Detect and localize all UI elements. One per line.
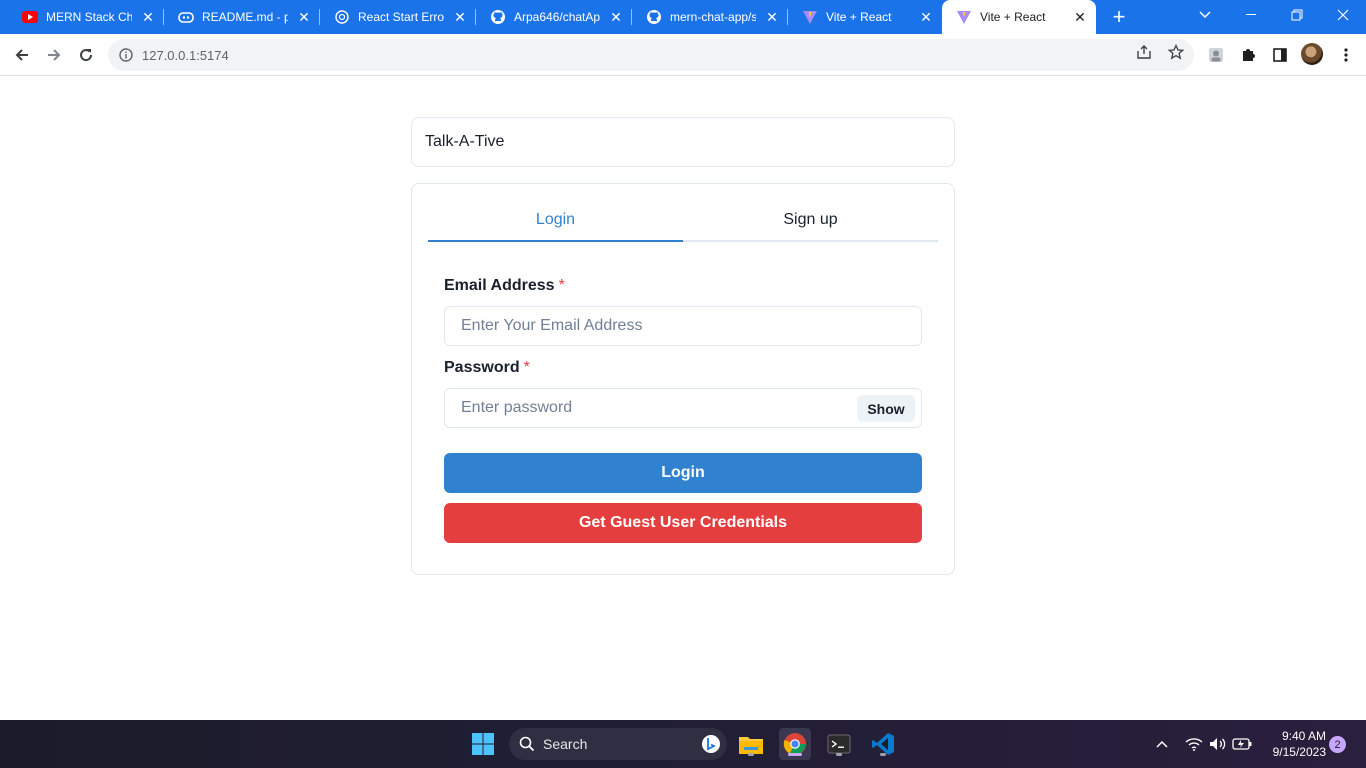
password-placeholder: Enter password (461, 399, 573, 416)
windows-taskbar: Search 9:40 AM 9/15/2023 2 (0, 720, 1366, 768)
browser-tab[interactable]: mern-chat-app/s ✕ (632, 0, 788, 34)
close-tab-icon[interactable]: ✕ (764, 9, 780, 25)
close-tab-icon[interactable]: ✕ (608, 9, 624, 25)
new-tab-button[interactable]: + (1107, 4, 1131, 29)
bing-icon (701, 734, 721, 754)
tab-signup[interactable]: Sign up (683, 204, 938, 240)
extension-profile-icon[interactable] (1206, 45, 1226, 65)
tab-title: mern-chat-app/s (670, 10, 756, 24)
search-icon (519, 736, 535, 752)
windows-start-icon[interactable] (467, 728, 499, 760)
share-icon[interactable] (1134, 42, 1154, 62)
bookmark-star-icon[interactable] (1166, 42, 1186, 62)
terminal-icon[interactable] (823, 728, 855, 760)
clock-date: 9/15/2023 (1272, 745, 1326, 759)
chevron-up-icon[interactable] (1152, 734, 1172, 754)
search-label: Search (543, 736, 588, 752)
email-label: Email Address * (444, 277, 565, 294)
side-panel-icon[interactable] (1270, 45, 1290, 65)
close-tab-icon[interactable]: ✕ (452, 9, 468, 25)
profile-avatar[interactable] (1301, 43, 1323, 65)
restore-button[interactable] (1274, 0, 1320, 30)
browser-tab[interactable]: README.md - piy ✕ (164, 0, 320, 34)
tab-login[interactable]: Login (428, 204, 683, 242)
forward-button[interactable] (40, 41, 68, 69)
email-placeholder: Enter Your Email Address (461, 317, 643, 334)
reload-button[interactable] (72, 41, 100, 69)
clock-time: 9:40 AM (1281, 729, 1326, 743)
address-bar[interactable]: 127.0.0.1:5174 (108, 39, 1194, 71)
browser-tab-strip: MERN Stack Chat ✕ README.md - piy ✕ Reac… (0, 0, 1366, 34)
tab-title: Arpa646/chatApp (514, 10, 600, 24)
close-tab-icon[interactable]: ✕ (140, 9, 156, 25)
auth-card: Login Sign up Email Address * Enter Your … (411, 183, 955, 575)
battery-icon[interactable] (1232, 734, 1252, 754)
vite-icon (802, 9, 818, 25)
notification-badge[interactable]: 2 (1329, 736, 1346, 753)
chatgpt-icon (334, 9, 350, 25)
github-icon (646, 9, 662, 25)
browser-tab[interactable]: React Start Error ✕ (320, 0, 476, 34)
chrome-icon[interactable] (779, 728, 811, 760)
browser-tab[interactable]: Vite + React ✕ (788, 0, 942, 34)
tab-search-icon[interactable] (1182, 0, 1228, 30)
browser-toolbar: 127.0.0.1:5174 (0, 34, 1366, 76)
youtube-icon (22, 9, 38, 25)
tab-title: React Start Error (358, 10, 444, 24)
url-text: 127.0.0.1:5174 (142, 47, 229, 63)
github-icon (490, 9, 506, 25)
browser-tab[interactable]: Arpa646/chatApp ✕ (476, 0, 632, 34)
vscode-icon[interactable] (867, 728, 899, 760)
file-explorer-icon[interactable] (735, 728, 767, 760)
login-button[interactable]: Login (444, 453, 922, 493)
browser-tab[interactable]: MERN Stack Chat ✕ (8, 0, 164, 34)
tab-title: README.md - piy (202, 10, 288, 24)
wifi-icon[interactable] (1184, 734, 1204, 754)
tab-title: Vite + React (826, 10, 892, 24)
close-tab-icon[interactable]: ✕ (296, 9, 312, 25)
more-menu-icon[interactable] (1336, 45, 1356, 65)
tab-title: MERN Stack Chat (46, 10, 132, 24)
password-field[interactable]: Enter password Show (444, 388, 922, 428)
minimize-button[interactable] (1228, 0, 1274, 30)
back-button[interactable] (8, 41, 36, 69)
required-mark: * (523, 359, 530, 376)
taskbar-clock[interactable]: 9:40 AM 9/15/2023 (1262, 728, 1326, 760)
extensions-puzzle-icon[interactable] (1238, 45, 1258, 65)
app-brand-title: Talk-A-Tive (425, 133, 505, 150)
vite-icon (956, 9, 972, 25)
taskbar-search[interactable]: Search (509, 728, 727, 760)
app-header: Talk-A-Tive (411, 117, 955, 167)
guest-credentials-button[interactable]: Get Guest User Credentials (444, 503, 922, 543)
copilot-icon (178, 9, 194, 25)
close-tab-icon[interactable]: ✕ (1072, 9, 1088, 25)
browser-tab-active[interactable]: Vite + React ✕ (942, 0, 1096, 34)
required-mark: * (558, 277, 565, 294)
site-info-icon[interactable] (118, 47, 134, 63)
password-label: Password * (444, 359, 530, 376)
email-field[interactable]: Enter Your Email Address (444, 306, 922, 346)
auth-tabs: Login Sign up (428, 204, 938, 242)
volume-icon[interactable] (1208, 734, 1228, 754)
close-tab-icon[interactable]: ✕ (918, 9, 934, 25)
show-password-button[interactable]: Show (857, 395, 915, 422)
close-window-button[interactable] (1320, 0, 1366, 30)
tab-title: Vite + React (980, 10, 1046, 24)
